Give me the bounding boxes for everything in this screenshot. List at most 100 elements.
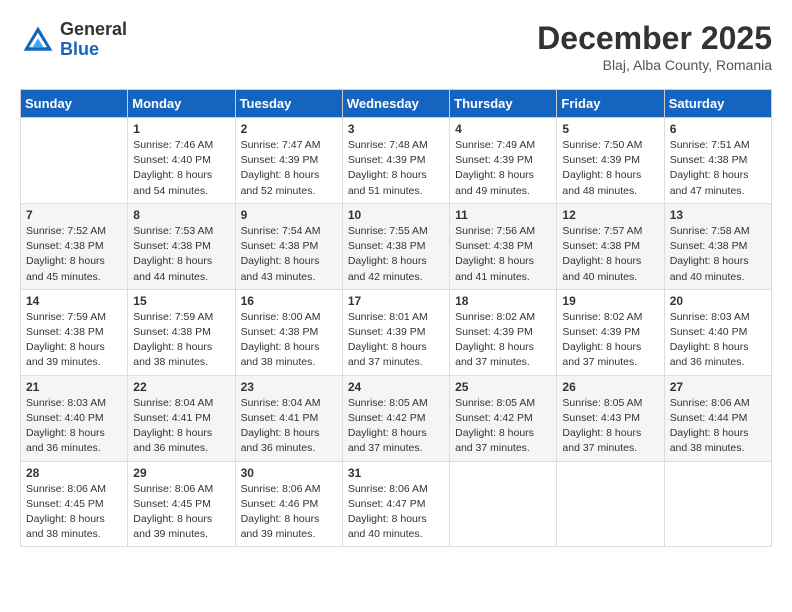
day-number: 15 (133, 294, 229, 308)
calendar-cell: 20 Sunrise: 8:03 AM Sunset: 4:40 PM Dayl… (664, 289, 771, 375)
sunset-text: Sunset: 4:41 PM (133, 412, 211, 424)
cell-content: Sunrise: 8:02 AM Sunset: 4:39 PM Dayligh… (562, 310, 658, 371)
day-number: 19 (562, 294, 658, 308)
logo: General Blue (20, 20, 127, 60)
daylight-text: Daylight: 8 hours and 36 minutes. (241, 427, 320, 454)
day-number: 23 (241, 380, 337, 394)
sunrise-text: Sunrise: 7:56 AM (455, 225, 535, 237)
daylight-text: Daylight: 8 hours and 51 minutes. (348, 169, 427, 196)
daylight-text: Daylight: 8 hours and 40 minutes. (670, 255, 749, 282)
week-row-4: 28 Sunrise: 8:06 AM Sunset: 4:45 PM Dayl… (21, 461, 772, 547)
day-number: 28 (26, 466, 122, 480)
calendar-cell: 10 Sunrise: 7:55 AM Sunset: 4:38 PM Dayl… (342, 203, 449, 289)
sunrise-text: Sunrise: 7:50 AM (562, 139, 642, 151)
sunset-text: Sunset: 4:38 PM (241, 326, 319, 338)
sunset-text: Sunset: 4:40 PM (670, 326, 748, 338)
daylight-text: Daylight: 8 hours and 44 minutes. (133, 255, 212, 282)
logo-text: General Blue (60, 20, 127, 60)
daylight-text: Daylight: 8 hours and 36 minutes. (670, 341, 749, 368)
sunset-text: Sunset: 4:45 PM (26, 498, 104, 510)
calendar-cell: 30 Sunrise: 8:06 AM Sunset: 4:46 PM Dayl… (235, 461, 342, 547)
sunset-text: Sunset: 4:39 PM (348, 326, 426, 338)
sunrise-text: Sunrise: 8:06 AM (133, 483, 213, 495)
sunset-text: Sunset: 4:40 PM (26, 412, 104, 424)
day-number: 10 (348, 208, 444, 222)
cell-content: Sunrise: 7:56 AM Sunset: 4:38 PM Dayligh… (455, 224, 551, 285)
sunset-text: Sunset: 4:39 PM (348, 154, 426, 166)
sunset-text: Sunset: 4:46 PM (241, 498, 319, 510)
sunrise-text: Sunrise: 8:05 AM (562, 397, 642, 409)
day-number: 9 (241, 208, 337, 222)
sunrise-text: Sunrise: 8:06 AM (348, 483, 428, 495)
cell-content: Sunrise: 7:55 AM Sunset: 4:38 PM Dayligh… (348, 224, 444, 285)
day-number: 16 (241, 294, 337, 308)
daylight-text: Daylight: 8 hours and 39 minutes. (26, 341, 105, 368)
cell-content: Sunrise: 7:46 AM Sunset: 4:40 PM Dayligh… (133, 138, 229, 199)
sunrise-text: Sunrise: 7:58 AM (670, 225, 750, 237)
weekday-header-monday: Monday (128, 90, 235, 118)
calendar-cell: 31 Sunrise: 8:06 AM Sunset: 4:47 PM Dayl… (342, 461, 449, 547)
daylight-text: Daylight: 8 hours and 54 minutes. (133, 169, 212, 196)
sunrise-text: Sunrise: 7:46 AM (133, 139, 213, 151)
calendar-cell (557, 461, 664, 547)
cell-content: Sunrise: 8:03 AM Sunset: 4:40 PM Dayligh… (670, 310, 766, 371)
calendar-cell: 2 Sunrise: 7:47 AM Sunset: 4:39 PM Dayli… (235, 118, 342, 204)
calendar-cell (21, 118, 128, 204)
calendar-cell: 29 Sunrise: 8:06 AM Sunset: 4:45 PM Dayl… (128, 461, 235, 547)
location: Blaj, Alba County, Romania (537, 57, 772, 73)
sunrise-text: Sunrise: 7:54 AM (241, 225, 321, 237)
sunset-text: Sunset: 4:38 PM (348, 240, 426, 252)
calendar-cell: 7 Sunrise: 7:52 AM Sunset: 4:38 PM Dayli… (21, 203, 128, 289)
cell-content: Sunrise: 7:54 AM Sunset: 4:38 PM Dayligh… (241, 224, 337, 285)
week-row-3: 21 Sunrise: 8:03 AM Sunset: 4:40 PM Dayl… (21, 375, 772, 461)
cell-content: Sunrise: 7:59 AM Sunset: 4:38 PM Dayligh… (26, 310, 122, 371)
day-number: 12 (562, 208, 658, 222)
daylight-text: Daylight: 8 hours and 40 minutes. (562, 255, 641, 282)
cell-content: Sunrise: 8:04 AM Sunset: 4:41 PM Dayligh… (133, 396, 229, 457)
cell-content: Sunrise: 7:57 AM Sunset: 4:38 PM Dayligh… (562, 224, 658, 285)
day-number: 30 (241, 466, 337, 480)
daylight-text: Daylight: 8 hours and 48 minutes. (562, 169, 641, 196)
page-header: General Blue December 2025 Blaj, Alba Co… (20, 20, 772, 73)
sunrise-text: Sunrise: 8:06 AM (670, 397, 750, 409)
cell-content: Sunrise: 8:02 AM Sunset: 4:39 PM Dayligh… (455, 310, 551, 371)
cell-content: Sunrise: 7:47 AM Sunset: 4:39 PM Dayligh… (241, 138, 337, 199)
sunset-text: Sunset: 4:39 PM (455, 326, 533, 338)
daylight-text: Daylight: 8 hours and 39 minutes. (133, 513, 212, 540)
daylight-text: Daylight: 8 hours and 41 minutes. (455, 255, 534, 282)
sunset-text: Sunset: 4:39 PM (562, 326, 640, 338)
calendar-cell: 14 Sunrise: 7:59 AM Sunset: 4:38 PM Dayl… (21, 289, 128, 375)
sunrise-text: Sunrise: 7:52 AM (26, 225, 106, 237)
sunset-text: Sunset: 4:39 PM (241, 154, 319, 166)
weekday-header-thursday: Thursday (450, 90, 557, 118)
calendar-cell: 24 Sunrise: 8:05 AM Sunset: 4:42 PM Dayl… (342, 375, 449, 461)
calendar-cell: 25 Sunrise: 8:05 AM Sunset: 4:42 PM Dayl… (450, 375, 557, 461)
calendar-cell: 27 Sunrise: 8:06 AM Sunset: 4:44 PM Dayl… (664, 375, 771, 461)
calendar-cell: 21 Sunrise: 8:03 AM Sunset: 4:40 PM Dayl… (21, 375, 128, 461)
weekday-header-saturday: Saturday (664, 90, 771, 118)
cell-content: Sunrise: 7:59 AM Sunset: 4:38 PM Dayligh… (133, 310, 229, 371)
cell-content: Sunrise: 8:06 AM Sunset: 4:47 PM Dayligh… (348, 482, 444, 543)
cell-content: Sunrise: 7:51 AM Sunset: 4:38 PM Dayligh… (670, 138, 766, 199)
day-number: 31 (348, 466, 444, 480)
calendar-cell: 28 Sunrise: 8:06 AM Sunset: 4:45 PM Dayl… (21, 461, 128, 547)
calendar-cell: 8 Sunrise: 7:53 AM Sunset: 4:38 PM Dayli… (128, 203, 235, 289)
day-number: 22 (133, 380, 229, 394)
sunrise-text: Sunrise: 8:03 AM (670, 311, 750, 323)
sunset-text: Sunset: 4:38 PM (455, 240, 533, 252)
week-row-1: 7 Sunrise: 7:52 AM Sunset: 4:38 PM Dayli… (21, 203, 772, 289)
calendar-cell: 16 Sunrise: 8:00 AM Sunset: 4:38 PM Dayl… (235, 289, 342, 375)
sunrise-text: Sunrise: 7:59 AM (133, 311, 213, 323)
sunrise-text: Sunrise: 7:57 AM (562, 225, 642, 237)
sunrise-text: Sunrise: 8:06 AM (26, 483, 106, 495)
sunrise-text: Sunrise: 8:05 AM (455, 397, 535, 409)
sunset-text: Sunset: 4:38 PM (133, 326, 211, 338)
day-number: 13 (670, 208, 766, 222)
cell-content: Sunrise: 8:05 AM Sunset: 4:43 PM Dayligh… (562, 396, 658, 457)
sunrise-text: Sunrise: 8:02 AM (455, 311, 535, 323)
calendar-cell (450, 461, 557, 547)
sunset-text: Sunset: 4:42 PM (348, 412, 426, 424)
weekday-header-tuesday: Tuesday (235, 90, 342, 118)
daylight-text: Daylight: 8 hours and 37 minutes. (562, 427, 641, 454)
daylight-text: Daylight: 8 hours and 36 minutes. (26, 427, 105, 454)
